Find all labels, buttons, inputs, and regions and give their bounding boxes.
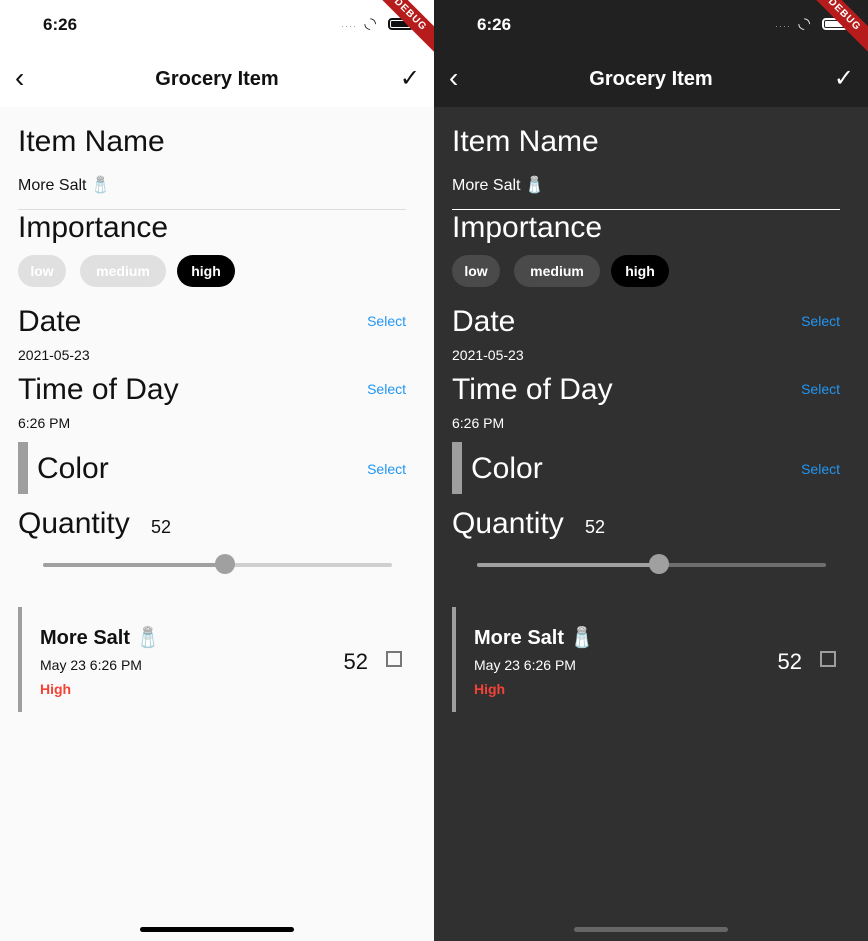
status-time: 6:26: [477, 15, 512, 34]
chip-high[interactable]: high: [611, 255, 669, 287]
chip-medium[interactable]: medium: [80, 255, 166, 287]
chip-low[interactable]: low: [452, 255, 500, 287]
card-importance: High: [40, 681, 72, 697]
color-select-button[interactable]: Select: [801, 461, 840, 477]
app-bar: ‹ Grocery Item ✓: [0, 52, 434, 107]
slider-fill: [43, 563, 225, 567]
time-label: Time of Day: [18, 373, 179, 406]
importance-label: Importance: [18, 211, 169, 244]
date-select-button[interactable]: Select: [801, 313, 840, 329]
home-indicator: [574, 927, 728, 932]
app-bar: ‹ Grocery Item ✓: [434, 52, 868, 107]
date-select-button[interactable]: Select: [367, 313, 406, 329]
color-label: Color: [471, 452, 543, 485]
card-color-bar: [452, 607, 456, 712]
time-select-button[interactable]: Select: [367, 381, 406, 397]
card-date: May 23 6:26 PM: [474, 657, 576, 673]
quantity-value: 52: [585, 517, 606, 537]
wifi-icon: ◟◝: [364, 15, 376, 32]
time-label: Time of Day: [452, 373, 613, 406]
time-value: 6:26 PM: [18, 415, 71, 431]
signal-dots-icon: ····: [341, 21, 357, 31]
save-check-button[interactable]: ✓: [400, 64, 420, 93]
date-value: 2021-05-23: [18, 347, 90, 363]
item-name-input[interactable]: More Salt 🧂: [452, 175, 545, 195]
chip-high[interactable]: high: [177, 255, 235, 287]
quantity-slider[interactable]: [477, 554, 826, 574]
dark-mode-screen: 6:26 ···· ◟◝ DEBUG ‹ Grocery Item ✓ Item…: [434, 0, 868, 941]
card-checkbox[interactable]: [386, 651, 402, 667]
wifi-icon: ◟◝: [798, 15, 810, 32]
time-value: 6:26 PM: [452, 415, 505, 431]
grocery-preview-card: More Salt 🧂 May 23 6:26 PM High 52: [18, 607, 406, 712]
card-item-name: More Salt 🧂: [474, 627, 595, 649]
chip-low[interactable]: low: [18, 255, 66, 287]
date-value: 2021-05-23: [452, 347, 524, 363]
signal-dots-icon: ····: [775, 21, 791, 31]
home-indicator: [140, 927, 294, 932]
quantity-label: Quantity: [18, 507, 130, 540]
chip-medium[interactable]: medium: [514, 255, 600, 287]
status-bar: 6:26 ···· ◟◝ DEBUG: [434, 0, 868, 54]
card-checkbox[interactable]: [820, 651, 836, 667]
color-select-button[interactable]: Select: [367, 461, 406, 477]
card-item-name: More Salt 🧂: [40, 627, 161, 649]
card-quantity: 52: [777, 649, 802, 674]
page-title: Grocery Item: [589, 68, 713, 90]
date-label: Date: [18, 305, 82, 338]
page-title: Grocery Item: [155, 68, 279, 90]
color-swatch: [452, 442, 462, 494]
color-swatch: [18, 442, 28, 494]
item-name-input[interactable]: More Salt 🧂: [18, 175, 111, 195]
save-check-button[interactable]: ✓: [834, 64, 854, 93]
item-name-label: Item Name: [18, 125, 165, 158]
card-color-bar: [18, 607, 22, 712]
status-bar: 6:26 ···· ◟◝ DEBUG: [0, 0, 434, 54]
slider-thumb[interactable]: [649, 554, 669, 574]
item-name-label: Item Name: [452, 125, 599, 158]
quantity-label: Quantity: [452, 507, 564, 540]
grocery-preview-card: More Salt 🧂 May 23 6:26 PM High 52: [452, 607, 840, 712]
color-label: Color: [37, 452, 109, 485]
status-time: 6:26: [43, 15, 78, 34]
card-date: May 23 6:26 PM: [40, 657, 142, 673]
quantity-value: 52: [151, 517, 172, 537]
card-importance: High: [474, 681, 506, 697]
date-label: Date: [452, 305, 516, 338]
time-select-button[interactable]: Select: [801, 381, 840, 397]
slider-thumb[interactable]: [215, 554, 235, 574]
slider-fill: [477, 563, 659, 567]
card-quantity: 52: [343, 649, 368, 674]
importance-label: Importance: [452, 211, 603, 244]
light-mode-screen: 6:26 ···· ◟◝ DEBUG ‹ Grocery Item ✓ Item…: [0, 0, 434, 941]
quantity-slider[interactable]: [43, 554, 392, 574]
